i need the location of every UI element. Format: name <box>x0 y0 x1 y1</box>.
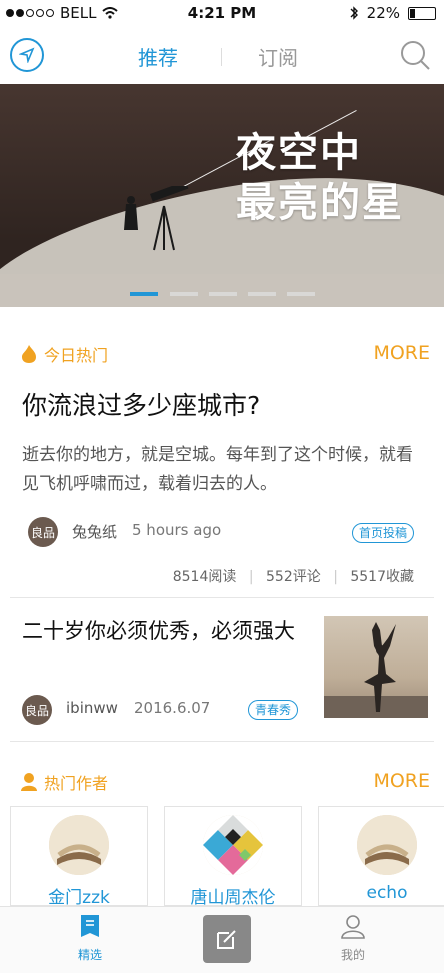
category-badge[interactable]: 首页投稿 <box>352 523 415 543</box>
tab-mine[interactable]: 我的 <box>313 913 393 963</box>
location-button[interactable] <box>10 38 44 72</box>
tab-recommend[interactable]: 推荐 <box>138 42 178 71</box>
indicator-dot-active[interactable] <box>130 292 158 296</box>
indicator-dot[interactable] <box>209 292 237 296</box>
divider <box>10 741 434 742</box>
divider <box>10 597 434 598</box>
edit-icon <box>217 930 236 949</box>
bluetooth-icon <box>350 6 358 20</box>
article-time: 5 hours ago <box>132 521 222 539</box>
compose-button[interactable] <box>203 915 251 963</box>
article-stats: 8514阅读 | 552评论 | 5517收藏 <box>172 569 414 585</box>
article-title[interactable]: 二十岁你必须优秀，必须强大 <box>22 616 312 647</box>
banner-title: 夜空中 最亮的星 <box>236 130 404 226</box>
author-avatar <box>357 815 417 875</box>
article-author[interactable]: ibinww <box>66 699 118 717</box>
top-nav: 推荐 订阅 <box>0 28 444 84</box>
hot-today-more-link[interactable]: MORE <box>373 342 430 364</box>
article-author[interactable]: 兔兔纸 <box>72 521 117 542</box>
section-hot-authors: 热门作者 <box>20 770 108 794</box>
category-badge[interactable]: 青春秀 <box>248 700 299 720</box>
indicator-dot[interactable] <box>170 292 198 296</box>
battery-percent: 22% <box>366 4 400 22</box>
indicator-dot[interactable] <box>287 292 315 296</box>
article-summary[interactable]: 逝去你的地方，就是空城。每年到了这个时候，就看见飞机呼啸而过，载着归去的人。 <box>22 441 422 499</box>
tab-subscribe[interactable]: 订阅 <box>258 42 298 71</box>
author-name: echo <box>366 883 408 903</box>
author-card[interactable]: echo <box>318 806 444 906</box>
author-name: 唐山周杰伦 <box>190 888 276 908</box>
section-title: 热门作者 <box>44 774 109 793</box>
author-card[interactable]: 唐山周杰伦 <box>164 806 302 908</box>
flame-icon <box>22 345 36 363</box>
document-icon <box>81 915 99 937</box>
carousel-indicator <box>0 292 444 298</box>
indicator-dot[interactable] <box>248 292 276 296</box>
tab-featured[interactable]: 精选 <box>50 913 130 963</box>
avatar[interactable]: 良品 <box>22 695 52 725</box>
reads-count: 8514阅读 <box>172 569 237 585</box>
author-name: 金门zzk <box>48 888 110 908</box>
article-title[interactable]: 你流浪过多少座城市? <box>22 386 260 422</box>
status-bar: BELL 4:21 PM 22% <box>0 0 444 28</box>
section-title: 今日热门 <box>44 346 109 365</box>
telescope-figure <box>124 186 189 251</box>
dancer-silhouette-image <box>324 622 428 718</box>
comments-count: 552评论 <box>266 569 321 585</box>
banner-carousel[interactable]: 夜空中 最亮的星 <box>0 84 444 307</box>
favorites-count: 5517收藏 <box>350 569 414 585</box>
article-time: 2016.6.07 <box>134 699 211 717</box>
battery-icon <box>408 6 436 20</box>
author-card[interactable]: 金门zzk <box>10 806 148 908</box>
author-cards: 金门zzk 唐山周杰伦 echo <box>0 806 444 908</box>
hot-authors-more-link[interactable]: MORE <box>373 770 430 792</box>
search-icon[interactable] <box>398 38 432 72</box>
navigation-arrow-icon <box>19 47 35 63</box>
avatar[interactable]: 良品 <box>28 517 58 547</box>
tab-label: 我的 <box>340 948 365 962</box>
bottom-tab-bar: 精选 我的 <box>0 906 444 973</box>
user-icon <box>341 915 365 939</box>
section-hot-today: 今日热门 <box>20 342 108 366</box>
tab-label: 精选 <box>77 948 102 962</box>
article-thumbnail[interactable] <box>324 616 428 718</box>
author-avatar <box>203 815 263 875</box>
tab-divider <box>221 48 222 66</box>
person-icon <box>21 773 37 791</box>
author-avatar <box>49 815 109 875</box>
